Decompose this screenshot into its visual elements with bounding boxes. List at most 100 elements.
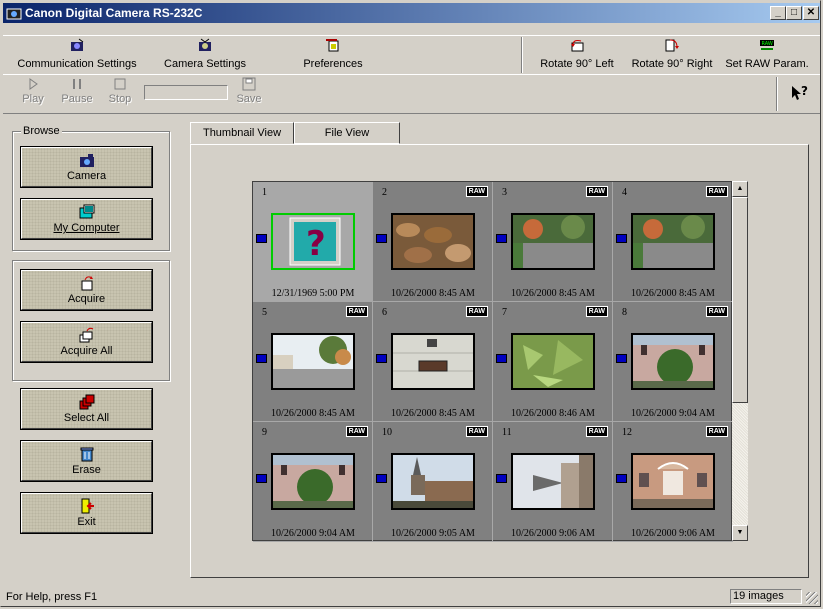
thumbnail-date: 10/26/2000 9:04 AM	[271, 528, 355, 539]
erase-button[interactable]: Erase	[20, 440, 153, 482]
raw-badge: RAW	[705, 306, 728, 317]
save-icon	[242, 77, 256, 91]
play-button[interactable]: Play	[21, 77, 45, 111]
set-raw-param-button[interactable]: RAW Set RAW Param.	[725, 38, 809, 72]
svg-text:?: ?	[306, 224, 326, 264]
preferences-button[interactable]: Preferences	[301, 38, 365, 72]
thumbnail-image[interactable]	[391, 453, 475, 510]
scroll-up-button[interactable]: ▲	[732, 181, 748, 197]
thumbnail-item[interactable]: 5 RAW 10/26/2000 8:45 AM	[253, 302, 373, 422]
raw-param-icon: RAW	[760, 40, 774, 50]
acquire-all-button[interactable]: Acquire All	[20, 321, 153, 363]
toolbar-separator	[776, 77, 778, 111]
camera-icon	[79, 154, 94, 167]
thumbnail-item[interactable]: 8 RAW 10/26/2000 9:04 AM	[613, 302, 733, 422]
folder-icon	[376, 234, 387, 243]
thumbnail-number: 2	[382, 187, 387, 198]
thumbnail-date: 10/26/2000 8:46 AM	[511, 408, 595, 419]
tab-file-view[interactable]: File View	[294, 122, 400, 144]
stop-button[interactable]: Stop	[107, 77, 133, 111]
thumbnail-item[interactable]: 4 RAW 10/26/2000 8:45 AM	[613, 182, 733, 302]
communication-settings-button[interactable]: Communication Settings	[17, 38, 137, 72]
scroll-down-button[interactable]: ▼	[732, 525, 748, 541]
rotate-right-button[interactable]: Rotate 90° Right	[629, 38, 715, 72]
thumbnail-item[interactable]: 2 RAW 10/26/2000 8:45 AM	[373, 182, 493, 302]
rotate-left-label: Rotate 90° Left	[540, 58, 614, 70]
thumbnail-item[interactable]: 7 RAW 10/26/2000 8:46 AM	[493, 302, 613, 422]
close-button[interactable]: ✕	[803, 6, 819, 20]
folder-icon	[256, 474, 267, 483]
thumbnail-image[interactable]	[271, 453, 355, 510]
my-computer-button[interactable]: My Computer	[20, 198, 153, 240]
rotate-left-icon	[571, 40, 584, 52]
thumbnail-item[interactable]: 3 RAW 10/26/2000 8:45 AM	[493, 182, 613, 302]
browse-group-label: Browse	[21, 125, 62, 137]
context-help-button[interactable]: ?	[789, 83, 811, 103]
exit-label: Exit	[77, 516, 96, 528]
thumbnail-image[interactable]	[631, 213, 715, 270]
thumbnail-number: 9	[262, 427, 267, 438]
thumbnail-image[interactable]	[511, 333, 595, 390]
thumbnail-image[interactable]: ?	[271, 213, 355, 270]
camera-label: Camera	[66, 170, 107, 182]
tab-thumbnail-view-label: Thumbnail View	[202, 127, 282, 139]
camera-app-icon	[6, 8, 22, 20]
select-all-button[interactable]: Select All	[20, 388, 153, 430]
thumbnail-item[interactable]: 9 RAW 10/26/2000 9:04 AM	[253, 422, 373, 542]
title-bar[interactable]: Canon Digital Camera RS-232C _ □ ✕	[3, 3, 820, 23]
vertical-scrollbar[interactable]: ▲ ▼	[732, 181, 748, 541]
acquire-button[interactable]: Acquire	[20, 269, 153, 311]
thumbnail-item[interactable]: 6 RAW 10/26/2000 8:45 AM	[373, 302, 493, 422]
pause-button[interactable]: Pause	[61, 77, 93, 111]
raw-badge: RAW	[705, 186, 728, 197]
status-help-text: For Help, press F1	[6, 591, 98, 603]
folder-icon	[616, 474, 627, 483]
folder-icon	[256, 234, 267, 243]
playback-toolbar: Play Pause Stop Save ?	[3, 74, 820, 114]
thumbnail-item[interactable]: 11 RAW 10/26/2000 9:06 AM	[493, 422, 613, 542]
raw-badge: RAW	[345, 426, 368, 437]
stop-icon	[114, 78, 126, 90]
scroll-thumb[interactable]	[732, 197, 748, 403]
thumbnail-image[interactable]	[271, 333, 355, 390]
scroll-up-icon: ▲	[736, 185, 744, 192]
thumbnail-image[interactable]	[511, 453, 595, 510]
camera-settings-icon	[199, 38, 211, 51]
thumbnail-item[interactable]: 12 RAW 10/26/2000 9:06 AM	[613, 422, 733, 542]
camera-settings-button[interactable]: Camera Settings	[163, 38, 247, 72]
maximize-button[interactable]: □	[786, 6, 802, 20]
thumbnail-image[interactable]	[391, 213, 475, 270]
folder-icon	[616, 354, 627, 363]
thumbnail-number: 5	[262, 307, 267, 318]
thumbnail-image[interactable]	[631, 333, 715, 390]
thumbnail-image[interactable]	[391, 333, 475, 390]
maximize-icon: □	[790, 7, 798, 18]
resize-grip[interactable]	[806, 592, 818, 604]
tab-thumbnail-view[interactable]: Thumbnail View	[190, 122, 294, 144]
main-toolbar: Communication Settings Camera Settings P…	[3, 35, 820, 75]
minimize-button[interactable]: _	[770, 6, 786, 20]
window-title: Canon Digital Camera RS-232C	[25, 6, 203, 20]
folder-icon	[496, 234, 507, 243]
exit-button[interactable]: Exit	[20, 492, 153, 534]
folder-icon	[256, 354, 267, 363]
thumbnail-item[interactable]: 1? 12/31/1969 5:00 PM	[253, 182, 373, 302]
thumbnail-date: 10/26/2000 9:06 AM	[631, 528, 715, 539]
thumbnail-image[interactable]	[631, 453, 715, 510]
my-computer-label: My Computer	[53, 222, 120, 234]
communication-settings-label: Communication Settings	[17, 58, 137, 70]
select-all-icon	[79, 394, 94, 410]
image-count: 19 images	[730, 589, 802, 604]
status-bar: For Help, press F1 19 images	[3, 588, 820, 606]
raw-badge: RAW	[465, 426, 488, 437]
rotate-left-button[interactable]: Rotate 90° Left	[537, 38, 617, 72]
save-button[interactable]: Save	[235, 77, 263, 111]
rotate-right-label: Rotate 90° Right	[631, 58, 713, 70]
communication-settings-icon	[71, 38, 84, 51]
thumbnail-item[interactable]: 10 RAW 10/26/2000 9:05 AM	[373, 422, 493, 542]
thumbnail-image[interactable]	[511, 213, 595, 270]
camera-button[interactable]: Camera	[20, 146, 153, 188]
acquire-all-label: Acquire All	[60, 345, 113, 357]
app-window: Canon Digital Camera RS-232C _ □ ✕ Commu…	[0, 0, 821, 607]
thumbnail-number: 7	[502, 307, 507, 318]
